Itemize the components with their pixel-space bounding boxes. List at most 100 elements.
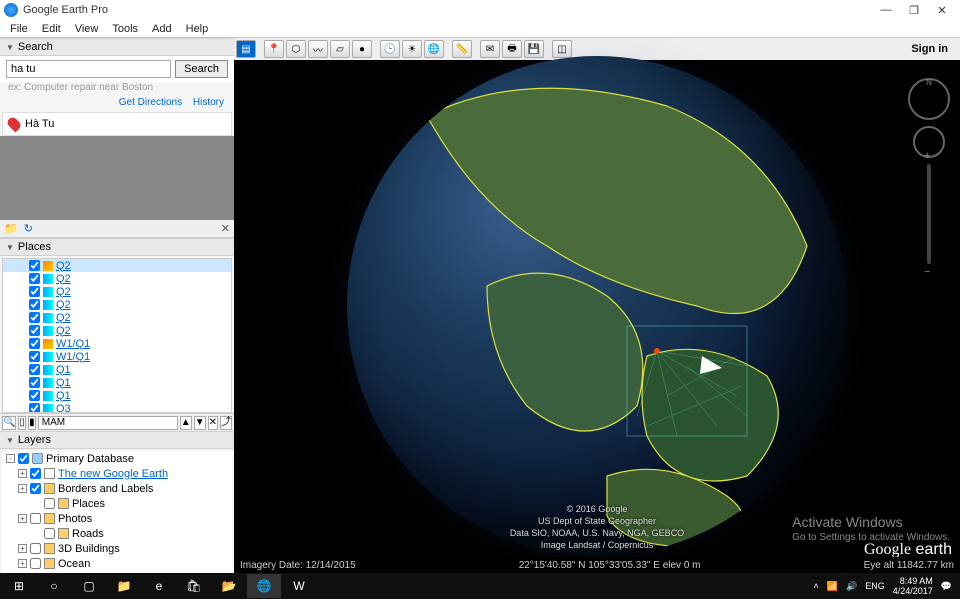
search-panel-header[interactable]: ▼Search bbox=[0, 38, 234, 56]
place-checkbox[interactable] bbox=[29, 364, 40, 375]
explorer-button[interactable]: 📁 bbox=[107, 574, 141, 598]
layer-item[interactable]: Places bbox=[2, 496, 232, 511]
search-input[interactable] bbox=[6, 60, 171, 78]
close-search-icon[interactable]: ✕ bbox=[221, 222, 230, 235]
search-result[interactable]: Hà Tu bbox=[2, 112, 232, 136]
layers-panel-header[interactable]: ▼Layers bbox=[0, 431, 234, 449]
layer-checkbox[interactable] bbox=[30, 483, 41, 494]
place-label[interactable]: Q2 bbox=[56, 260, 71, 272]
hide-sidebar-button[interactable]: ▤ bbox=[236, 40, 256, 58]
place-item[interactable]: Q1 bbox=[3, 376, 231, 389]
export-button[interactable]: ⤴ bbox=[220, 416, 232, 430]
layer-item[interactable]: +3D Buildings bbox=[2, 541, 232, 556]
layer-item[interactable]: Roads bbox=[2, 526, 232, 541]
down-button[interactable]: ▼ bbox=[194, 416, 206, 430]
store-button[interactable]: 🛍 bbox=[177, 574, 211, 598]
place-item[interactable]: W1/Q1 bbox=[3, 350, 231, 363]
place-checkbox[interactable] bbox=[29, 390, 40, 401]
volume-icon[interactable]: 🔊 bbox=[846, 581, 857, 592]
place-checkbox[interactable] bbox=[29, 377, 40, 388]
menu-add[interactable]: Add bbox=[146, 23, 178, 35]
place-item[interactable]: Q2 bbox=[3, 285, 231, 298]
clock[interactable]: 8:49 AM4/24/2017 bbox=[893, 576, 933, 596]
systray[interactable]: ˄ 📶 🔊 ENG 8:49 AM4/24/2017 💬 bbox=[814, 576, 958, 596]
place-label[interactable]: Q2 bbox=[56, 325, 71, 337]
place-checkbox[interactable] bbox=[29, 260, 40, 271]
place-checkbox[interactable] bbox=[29, 286, 40, 297]
place-label[interactable]: W1/Q1 bbox=[56, 338, 90, 350]
look-ring[interactable] bbox=[908, 78, 950, 120]
path-button[interactable]: 〰 bbox=[308, 40, 328, 58]
polygon-button[interactable]: ⬡ bbox=[286, 40, 306, 58]
menu-file[interactable]: File bbox=[4, 23, 34, 35]
layer-checkbox[interactable] bbox=[44, 498, 55, 509]
notifications-icon[interactable]: 💬 bbox=[941, 581, 952, 592]
refresh-icon[interactable]: ↻ bbox=[24, 222, 33, 235]
place-checkbox[interactable] bbox=[29, 273, 40, 284]
search-places-icon[interactable]: 🔍 bbox=[2, 416, 16, 430]
layers-list[interactable]: -Primary Database+The new Google Earth+B… bbox=[2, 451, 232, 573]
layer-item[interactable]: + The new Google Earth bbox=[2, 466, 232, 481]
folder-icon[interactable]: 📁 bbox=[4, 222, 18, 235]
chevron-up-icon[interactable]: ˄ bbox=[814, 581, 819, 591]
layer-label[interactable]: The new Google Earth bbox=[58, 468, 168, 480]
layer-checkbox[interactable] bbox=[30, 513, 41, 524]
place-item[interactable]: Q2 bbox=[3, 311, 231, 324]
place-checkbox[interactable] bbox=[29, 325, 40, 336]
zoom-slider[interactable] bbox=[927, 164, 931, 264]
expand-icon[interactable]: + bbox=[18, 469, 27, 478]
place-item[interactable]: Q1 bbox=[3, 363, 231, 376]
delete-button[interactable]: ✕ bbox=[208, 416, 218, 430]
layer-item[interactable]: +Photos bbox=[2, 511, 232, 526]
layer-item[interactable]: -Primary Database bbox=[2, 451, 232, 466]
layer-checkbox[interactable] bbox=[30, 558, 41, 569]
start-button[interactable]: ⊞ bbox=[2, 574, 36, 598]
word-button[interactable]: W bbox=[282, 574, 316, 598]
menu-edit[interactable]: Edit bbox=[36, 23, 67, 35]
edge-button[interactable]: e bbox=[142, 574, 176, 598]
places-filter-input[interactable] bbox=[38, 416, 178, 430]
panel2-icon[interactable]: ▮ bbox=[28, 416, 36, 430]
globe[interactable] bbox=[347, 56, 847, 556]
panel-icon[interactable]: ▯ bbox=[18, 416, 26, 430]
expand-icon[interactable]: + bbox=[18, 484, 27, 493]
places-panel-header[interactable]: ▼Places bbox=[0, 238, 234, 256]
cortana-button[interactable]: ○ bbox=[37, 574, 71, 598]
place-label[interactable]: Q3 bbox=[56, 403, 71, 414]
place-label[interactable]: Q1 bbox=[56, 364, 71, 376]
place-item[interactable]: Q2 bbox=[3, 298, 231, 311]
place-item[interactable]: Q2 bbox=[3, 259, 231, 272]
layer-item[interactable]: +Weather bbox=[2, 571, 232, 573]
lang-indicator[interactable]: ENG bbox=[865, 581, 885, 591]
place-label[interactable]: Q1 bbox=[56, 390, 71, 402]
expand-icon[interactable]: + bbox=[18, 514, 27, 523]
place-label[interactable]: Q2 bbox=[56, 286, 71, 298]
place-checkbox[interactable] bbox=[29, 299, 40, 310]
place-label[interactable]: W1/Q1 bbox=[56, 351, 90, 363]
search-button[interactable]: Search bbox=[175, 60, 228, 78]
layer-checkbox[interactable] bbox=[44, 528, 55, 539]
layer-checkbox[interactable] bbox=[30, 468, 41, 479]
place-checkbox[interactable] bbox=[29, 351, 40, 362]
history-link[interactable]: History bbox=[193, 97, 224, 108]
expand-icon[interactable]: - bbox=[6, 454, 15, 463]
placemark-button[interactable]: 📍 bbox=[264, 40, 284, 58]
taskview-button[interactable]: ▢ bbox=[72, 574, 106, 598]
expand-icon[interactable]: + bbox=[18, 544, 27, 553]
up-button[interactable]: ▲ bbox=[180, 416, 192, 430]
place-label[interactable]: Q2 bbox=[56, 273, 71, 285]
expand-icon[interactable]: + bbox=[18, 559, 27, 568]
place-label[interactable]: Q1 bbox=[56, 377, 71, 389]
place-item[interactable]: Q2 bbox=[3, 324, 231, 337]
place-item[interactable]: Q3 bbox=[3, 402, 231, 413]
layer-item[interactable]: +Ocean bbox=[2, 556, 232, 571]
menu-tools[interactable]: Tools bbox=[106, 23, 144, 35]
layer-checkbox[interactable] bbox=[30, 543, 41, 554]
nav-controls[interactable] bbox=[908, 78, 950, 270]
layer-checkbox[interactable] bbox=[18, 453, 29, 464]
menu-help[interactable]: Help bbox=[180, 23, 215, 35]
wifi-icon[interactable]: 📶 bbox=[827, 581, 838, 592]
place-label[interactable]: Q2 bbox=[56, 299, 71, 311]
maximize-button[interactable]: ❐ bbox=[900, 4, 928, 17]
folder-button[interactable]: 📂 bbox=[212, 574, 246, 598]
